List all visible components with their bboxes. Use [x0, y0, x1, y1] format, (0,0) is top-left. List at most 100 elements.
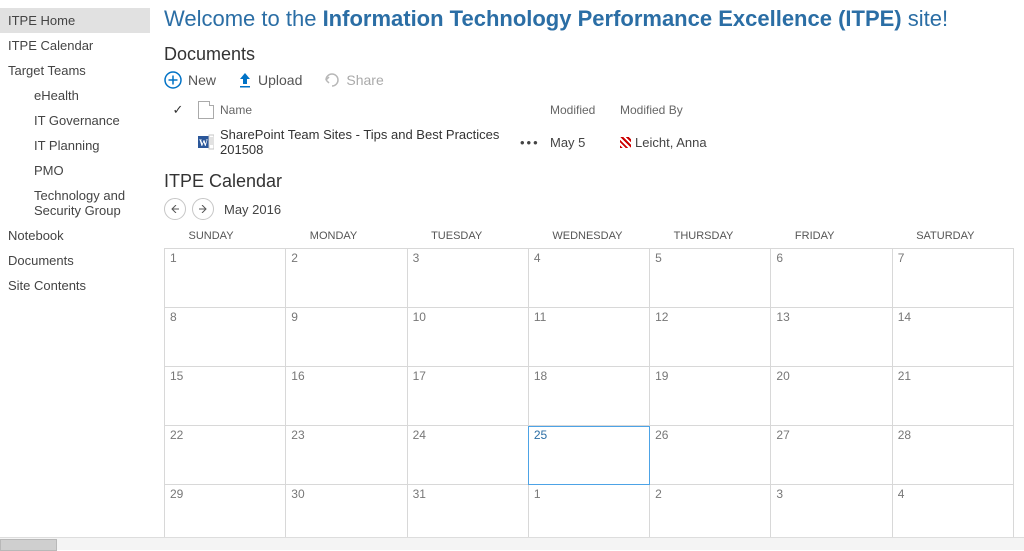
upload-button[interactable]: Upload [238, 72, 302, 88]
calendar-cell[interactable]: 13 [771, 308, 892, 367]
day-number: 26 [655, 428, 668, 442]
arrow-left-icon [171, 205, 179, 213]
calendar-cell[interactable]: 26 [650, 426, 771, 485]
horizontal-scrollbar[interactable] [0, 537, 1024, 550]
welcome-bold: Information Technology Performance Excel… [323, 6, 902, 31]
documents-title: Documents [164, 44, 1024, 65]
sidebar-item-target-teams[interactable]: Target Teams [0, 58, 150, 83]
calendar-cell[interactable]: 19 [650, 367, 771, 426]
sidebar-item-technology-and-security-group[interactable]: Technology and Security Group [0, 183, 150, 223]
document-modifiedby[interactable]: Leicht, Anna [620, 135, 770, 150]
day-number: 2 [291, 251, 298, 265]
sidebar-item-notebook[interactable]: Notebook [0, 223, 150, 248]
day-number: 28 [898, 428, 911, 442]
word-doc-icon: W [198, 134, 214, 150]
calendar-cell[interactable]: 6 [771, 249, 892, 308]
prev-month-button[interactable] [164, 198, 186, 220]
day-number: 5 [655, 251, 662, 265]
calendar-cell[interactable]: 21 [892, 367, 1013, 426]
calendar-grid: SUNDAYMONDAYTUESDAYWEDNESDAYTHURSDAYFRID… [164, 226, 1014, 544]
day-number: 27 [776, 428, 789, 442]
document-modified: May 5 [550, 135, 620, 150]
calendar-cell[interactable]: 31 [407, 485, 528, 544]
day-number: 22 [170, 428, 183, 442]
calendar-cell[interactable]: 1 [165, 249, 286, 308]
file-icon [198, 101, 214, 119]
share-icon [324, 72, 340, 88]
calendar-month-label: May 2016 [224, 202, 281, 217]
modifiedby-column-header[interactable]: Modified By [620, 103, 770, 117]
calendar-cell[interactable]: 4 [892, 485, 1013, 544]
day-number: 15 [170, 369, 183, 383]
calendar-cell[interactable]: 12 [650, 308, 771, 367]
calendar-title: ITPE Calendar [164, 171, 1024, 192]
calendar-cell[interactable]: 14 [892, 308, 1013, 367]
day-number: 1 [170, 251, 177, 265]
calendar-cell[interactable]: 27 [771, 426, 892, 485]
calendar-cell[interactable]: 22 [165, 426, 286, 485]
day-header: WEDNESDAY [528, 226, 649, 249]
day-header: THURSDAY [650, 226, 771, 249]
share-button[interactable]: Share [324, 72, 383, 88]
calendar-cell[interactable]: 5 [650, 249, 771, 308]
calendar-cell[interactable]: 9 [286, 308, 407, 367]
modified-column-header[interactable]: Modified [550, 103, 620, 117]
day-number: 16 [291, 369, 304, 383]
scrollbar-thumb[interactable] [0, 539, 57, 551]
select-all-checkbox[interactable]: ✓ [164, 102, 192, 118]
document-name[interactable]: SharePoint Team Sites - Tips and Best Pr… [220, 127, 520, 157]
next-month-button[interactable] [192, 198, 214, 220]
calendar-cell[interactable]: 28 [892, 426, 1013, 485]
calendar-cell[interactable]: 3 [407, 249, 528, 308]
row-menu-button[interactable]: ••• [520, 135, 540, 150]
document-row[interactable]: W SharePoint Team Sites - Tips and Best … [164, 123, 1024, 161]
sidebar-item-pmo[interactable]: PMO [0, 158, 150, 183]
calendar-cell[interactable]: 1 [528, 485, 649, 544]
calendar-cell[interactable]: 23 [286, 426, 407, 485]
calendar-cell[interactable]: 7 [892, 249, 1013, 308]
calendar-cell[interactable]: 24 [407, 426, 528, 485]
share-label: Share [346, 72, 383, 88]
calendar-cell[interactable]: 3 [771, 485, 892, 544]
calendar-cell[interactable]: 30 [286, 485, 407, 544]
new-button[interactable]: New [164, 71, 216, 89]
sidebar-item-documents[interactable]: Documents [0, 248, 150, 273]
day-header: SATURDAY [892, 226, 1013, 249]
sidebar-item-ehealth[interactable]: eHealth [0, 83, 150, 108]
calendar-cell[interactable]: 11 [528, 308, 649, 367]
calendar-cell[interactable]: 16 [286, 367, 407, 426]
calendar-cell[interactable]: 18 [528, 367, 649, 426]
documents-header-row: ✓ Name Modified Modified By [164, 97, 1024, 123]
day-number: 20 [776, 369, 789, 383]
calendar-cell[interactable]: 2 [286, 249, 407, 308]
calendar-cell[interactable]: 29 [165, 485, 286, 544]
calendar-cell[interactable]: 10 [407, 308, 528, 367]
day-header: FRIDAY [771, 226, 892, 249]
day-number: 30 [291, 487, 304, 501]
presence-icon [620, 137, 631, 148]
calendar-cell[interactable]: 8 [165, 308, 286, 367]
sidebar-item-itpe-calendar[interactable]: ITPE Calendar [0, 33, 150, 58]
day-number: 4 [898, 487, 905, 501]
calendar-cell[interactable]: 20 [771, 367, 892, 426]
day-header: SUNDAY [165, 226, 286, 249]
sidebar-item-it-governance[interactable]: IT Governance [0, 108, 150, 133]
day-header: MONDAY [286, 226, 407, 249]
sidebar-item-it-planning[interactable]: IT Planning [0, 133, 150, 158]
sidebar-item-site-contents[interactable]: Site Contents [0, 273, 150, 298]
plus-circle-icon [164, 71, 182, 89]
sidebar-item-itpe-home[interactable]: ITPE Home [0, 8, 150, 33]
calendar-cell[interactable]: 4 [528, 249, 649, 308]
calendar-cell[interactable]: 25 [528, 426, 649, 485]
check-icon: ✓ [173, 102, 184, 117]
welcome-prefix: Welcome to the [164, 6, 323, 31]
day-number: 25 [534, 428, 547, 442]
name-column-header[interactable]: Name [220, 103, 520, 117]
calendar-cell[interactable]: 15 [165, 367, 286, 426]
day-number: 13 [776, 310, 789, 324]
calendar-cell[interactable]: 17 [407, 367, 528, 426]
type-column-header[interactable] [192, 101, 220, 119]
arrow-right-icon [199, 205, 207, 213]
day-number: 1 [534, 487, 541, 501]
calendar-cell[interactable]: 2 [650, 485, 771, 544]
